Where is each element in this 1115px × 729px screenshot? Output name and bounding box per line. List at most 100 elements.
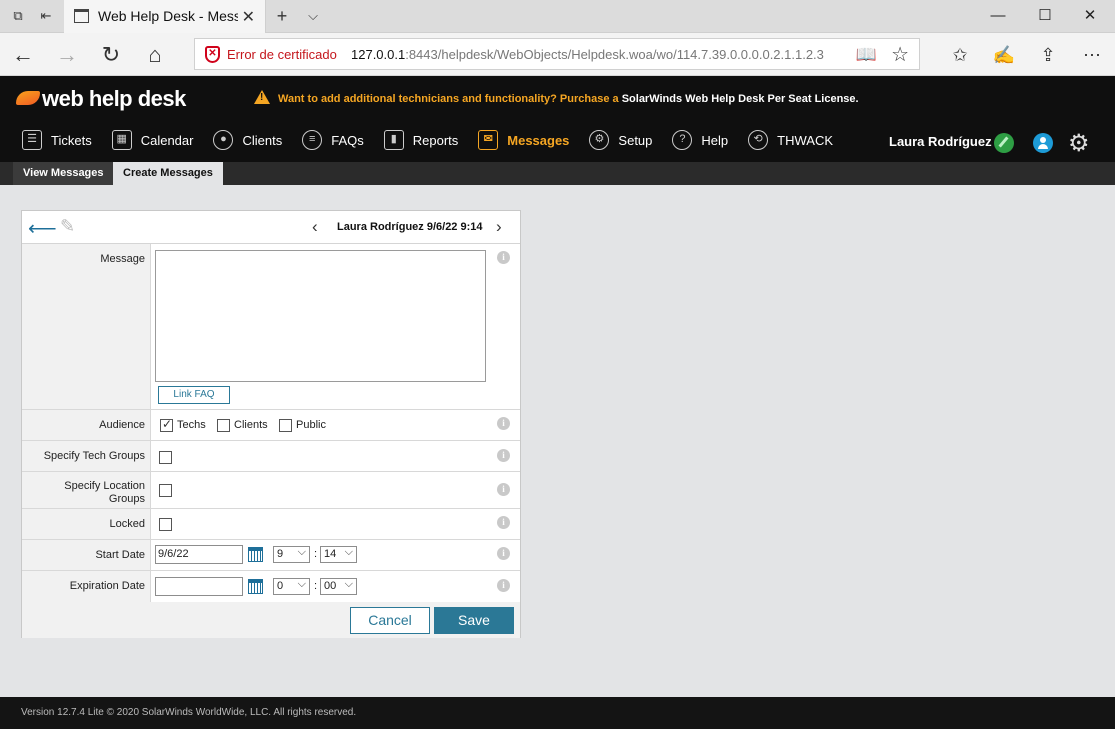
new-tab-icon[interactable]: + <box>274 7 290 25</box>
avatar-icon[interactable] <box>1033 133 1053 153</box>
start-minute-select[interactable]: 14 <box>320 545 357 563</box>
info-icon[interactable]: i <box>497 579 510 592</box>
start-hour-select[interactable]: 9 <box>273 545 310 563</box>
nav-clients[interactable]: ● Clients <box>213 128 282 152</box>
public-label: Public <box>296 419 326 431</box>
start-date-row: Start Date 9/6/22 9 : 14 i <box>22 540 520 571</box>
locked-row: Locked i <box>22 509 520 540</box>
back-arrow-icon[interactable]: ⟵ <box>28 216 57 241</box>
certificate-error-text[interactable]: Error de certificado <box>227 47 337 62</box>
back-icon[interactable]: ← <box>10 42 36 68</box>
browser-tab-bar: ⧉ ⇤ Web Help Desk - Messa ✕ + ⌵ — ☐ ✕ <box>0 0 1115 33</box>
location-groups-checkbox[interactable] <box>159 484 172 497</box>
previous-chevron-icon[interactable]: ‹ <box>312 217 318 237</box>
audience-label: Audience <box>22 410 151 440</box>
techs-label: Techs <box>177 419 206 431</box>
edit-pencil-icon[interactable]: ✎ <box>60 216 75 237</box>
help-icon: ? <box>672 130 693 150</box>
tab-list-chevron-icon[interactable]: ⌵ <box>305 8 321 24</box>
tech-groups-label: Specify Tech Groups <box>22 441 151 471</box>
set-aside-tabs-icon[interactable]: ⇤ <box>38 8 54 24</box>
info-icon[interactable]: i <box>497 417 510 430</box>
tab-view-messages[interactable]: View Messages <box>13 162 114 185</box>
clients-checkbox[interactable] <box>217 419 230 432</box>
form-actions: Cancel Save <box>22 602 520 638</box>
gear-icon: ⚙ <box>589 130 610 150</box>
share-icon[interactable]: ⇪ <box>1036 43 1060 67</box>
tech-groups-checkbox[interactable] <box>159 451 172 464</box>
location-groups-label: Specify Location Groups <box>22 472 151 508</box>
time-separator: : <box>314 548 318 560</box>
swoosh-logo-icon <box>16 91 40 106</box>
warning-icon <box>254 90 270 104</box>
expiration-date-input[interactable] <box>155 577 243 596</box>
report-icon: ▮ <box>383 130 404 150</box>
message-label: Message <box>22 244 151 409</box>
expiration-date-row: Expiration Date 0 : 00 i <box>22 571 520 602</box>
nav-setup[interactable]: ⚙ Setup <box>589 128 652 152</box>
start-date-input[interactable]: 9/6/22 <box>155 545 243 564</box>
clients-label: Clients <box>234 419 268 431</box>
calendar-icon[interactable] <box>248 579 263 594</box>
location-groups-row: Specify Location Groups i <box>22 472 520 509</box>
app-header: web help desk Want to add additional tec… <box>0 76 1115 162</box>
save-button[interactable]: Save <box>434 607 514 634</box>
info-icon[interactable]: i <box>497 251 510 264</box>
settings-gear-icon[interactable]: ⚙ <box>1068 129 1090 158</box>
sub-tabs: View Messages Create Messages <box>0 162 1115 185</box>
nav-reports[interactable]: ▮ Reports <box>383 128 458 152</box>
close-window-icon[interactable]: ✕ <box>1080 6 1100 26</box>
calendar-icon[interactable] <box>248 547 263 562</box>
cancel-button[interactable]: Cancel <box>350 607 430 634</box>
favorites-hub-icon[interactable]: ✩ <box>948 43 972 67</box>
record-info: Laura Rodríguez 9/6/22 9:14 <box>337 221 483 233</box>
nav-faqs[interactable]: ≡ FAQs <box>302 128 364 152</box>
nav-messages[interactable]: ✉ Messages <box>478 128 569 152</box>
info-icon[interactable]: i <box>497 483 510 496</box>
favorite-star-icon[interactable]: ☆ <box>891 42 909 67</box>
more-menu-icon[interactable]: ⋯ <box>1080 43 1104 67</box>
minimize-icon[interactable]: — <box>988 6 1008 26</box>
calendar-icon: ▦ <box>111 130 132 150</box>
close-tab-icon[interactable]: ✕ <box>242 7 255 27</box>
certificate-warning-icon[interactable]: ✕ <box>205 46 220 63</box>
locked-checkbox[interactable] <box>159 518 172 531</box>
forward-icon[interactable]: → <box>54 42 80 68</box>
maximize-icon[interactable]: ☐ <box>1035 6 1055 26</box>
next-chevron-icon[interactable]: › <box>496 217 502 237</box>
info-icon[interactable]: i <box>497 516 510 529</box>
main-nav: ☰ Tickets ▦ Calendar ● Clients ≡ FAQs ▮ Repor… <box>22 128 853 152</box>
whd-logo[interactable]: web help desk <box>16 86 186 112</box>
techs-checkbox[interactable] <box>160 417 173 432</box>
reading-view-icon[interactable]: 📖 <box>856 45 877 65</box>
tab-create-messages[interactable]: Create Messages <box>113 162 223 185</box>
url-field[interactable]: ✕ Error de certificado 127.0.0.1:8443/he… <box>194 38 920 70</box>
url-text[interactable]: 127.0.0.1:8443/helpdesk/WebObjects/Helpd… <box>351 47 824 62</box>
exp-hour-select[interactable]: 0 <box>273 577 310 595</box>
thwack-icon: ⟲ <box>748 130 769 150</box>
nav-help[interactable]: ? Help <box>672 128 728 152</box>
tab-title: Web Help Desk - Messa <box>98 8 238 24</box>
faq-icon: ≡ <box>302 130 323 150</box>
audience-row: Audience Techs Clients Public i <box>22 410 520 441</box>
exp-minute-select[interactable]: 00 <box>320 577 357 595</box>
link-faq-button[interactable]: Link FAQ <box>158 386 230 404</box>
person-icon: ● <box>213 130 234 150</box>
public-checkbox[interactable] <box>279 419 292 432</box>
refresh-icon[interactable]: ↻ <box>98 42 124 68</box>
pen-notes-icon[interactable]: ✍ <box>992 43 1016 67</box>
nav-calendar[interactable]: ▦ Calendar <box>111 128 193 152</box>
browser-tab[interactable]: Web Help Desk - Messa ✕ <box>64 0 266 33</box>
info-icon[interactable]: i <box>497 449 510 462</box>
tab-actions-icon[interactable]: ⧉ <box>10 8 26 24</box>
home-icon[interactable]: ⌂ <box>142 42 168 68</box>
message-textarea[interactable] <box>155 250 486 382</box>
time-separator: : <box>314 580 318 592</box>
status-indicator-icon[interactable] <box>994 133 1014 153</box>
nav-thwack[interactable]: ⟲ THWACK <box>748 128 833 152</box>
address-bar-row: ← → ↻ ⌂ ✕ Error de certificado 127.0.0.1… <box>0 33 1115 76</box>
license-link[interactable]: SolarWinds Web Help Desk Per Seat Licens… <box>622 93 859 105</box>
user-name[interactable]: Laura Rodríguez <box>889 134 992 149</box>
info-icon[interactable]: i <box>497 547 510 560</box>
nav-tickets[interactable]: ☰ Tickets <box>22 128 92 152</box>
